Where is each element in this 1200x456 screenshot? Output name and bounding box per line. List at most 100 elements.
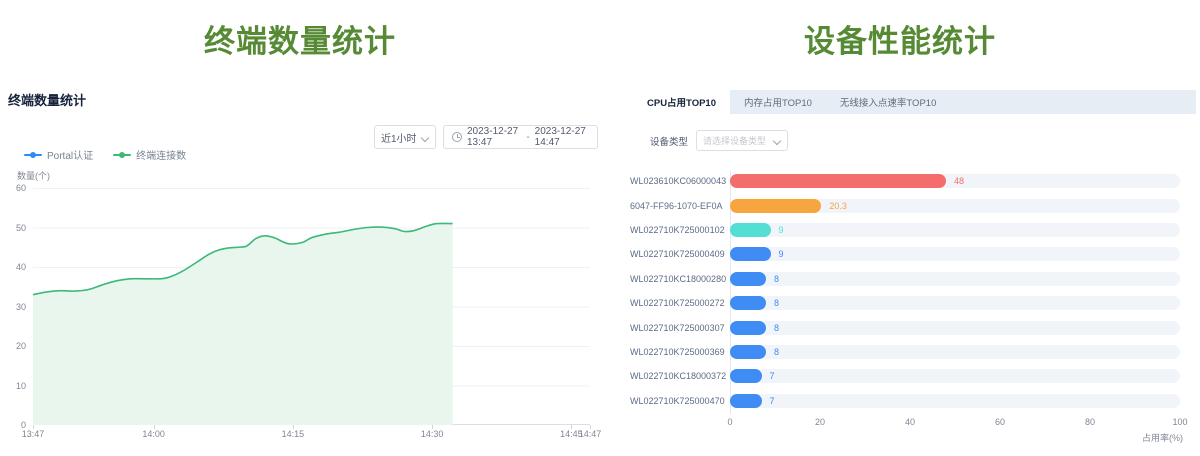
bar-row: 6047-FF96-1070-EF0A 20.3	[630, 193, 1180, 217]
date-range-start: 2023-12-27 13:47	[467, 126, 521, 148]
bar-row: WL022710K725000369 8	[630, 340, 1180, 364]
bar	[730, 174, 946, 188]
bar-track: 7	[730, 394, 1180, 408]
bar	[730, 296, 766, 310]
legend-label: 终端连接数	[136, 147, 186, 162]
bar-category-label: WL022710K725000369	[630, 347, 722, 357]
bar-row: WL022710KC18000280 8	[630, 267, 1180, 291]
bar	[730, 394, 762, 408]
y-tick-label: 40	[0, 262, 26, 272]
bar-value-label: 9	[779, 223, 784, 237]
bar-chart-x-axis-title: 占用率(%)	[1095, 431, 1183, 444]
x-tick-label: 14:30	[421, 429, 444, 439]
bar-category-label: WL022710K725000470	[630, 396, 722, 406]
bar-row: WL022710K725000102 9	[630, 218, 1180, 242]
y-tick-label: 20	[0, 341, 26, 351]
line-chart-legend: Portal认证 终端连接数	[24, 147, 186, 162]
bar-value-label: 7	[770, 394, 775, 408]
bar-track: 9	[730, 247, 1180, 261]
legend-marker-icon	[24, 151, 42, 159]
bar-value-label: 8	[774, 321, 779, 335]
dashboard-root: 终端数量统计 设备性能统计 终端数量统计 近1小时 2023-12-27 13:…	[0, 0, 1200, 456]
performance-tab-strip: CPU占用TOP10内存占用TOP10无线接入点速率TOP10	[633, 90, 1196, 114]
y-tick-label: 30	[0, 302, 26, 312]
bar	[730, 345, 766, 359]
bar	[730, 199, 821, 213]
bar-track: 9	[730, 223, 1180, 237]
tab-1[interactable]: 内存占用TOP10	[730, 90, 826, 114]
chevron-down-icon	[774, 137, 781, 144]
bar-x-tick-label: 100	[1172, 417, 1187, 427]
bar-x-tick-label: 80	[1085, 417, 1095, 427]
time-range-select[interactable]: 近1小时	[374, 125, 436, 149]
line-chart-y-axis-title: 数量(个)	[17, 169, 50, 182]
bar-x-tick-label: 60	[995, 417, 1005, 427]
legend-item-1[interactable]: 终端连接数	[113, 147, 186, 162]
bar-track: 48	[730, 174, 1180, 188]
device-type-label: 设备类型	[650, 134, 688, 148]
bar-category-label: WL022710K725000409	[630, 249, 722, 259]
bar-track: 8	[730, 321, 1180, 335]
date-range-separator: -	[526, 132, 529, 143]
bar-row: WL022710K725000272 8	[630, 291, 1180, 315]
bar	[730, 321, 766, 335]
bar-category-label: WL022710K725000102	[630, 225, 722, 235]
bar-value-label: 7	[770, 369, 775, 383]
legend-item-0[interactable]: Portal认证	[24, 147, 93, 162]
line-chart-svg	[33, 188, 590, 425]
x-tick-label: 13:47	[22, 429, 45, 439]
right-section-title: 设备性能统计	[600, 16, 1200, 61]
bar-category-label: WL023610KC06000043	[630, 176, 722, 186]
bar-category-label: WL022710KC18000372	[630, 371, 722, 381]
bar-track: 8	[730, 296, 1180, 310]
bar-row: WL022710K725000470 7	[630, 389, 1180, 413]
bar-row: WL022710K725000307 8	[630, 315, 1180, 339]
bar-track: 20.3	[730, 199, 1180, 213]
series-area-fill	[33, 223, 453, 425]
bar-x-tick-label: 40	[905, 417, 915, 427]
bar-x-tick-label: 0	[727, 417, 732, 427]
bar-row: WL022710KC18000372 7	[630, 364, 1180, 388]
bar-category-label: 6047-FF96-1070-EF0A	[630, 201, 722, 211]
bar	[730, 223, 771, 237]
line-chart-plot	[33, 188, 590, 425]
bar-track: 7	[730, 369, 1180, 383]
bar-value-label: 8	[774, 272, 779, 286]
bar-track: 8	[730, 345, 1180, 359]
left-panel-header: 终端数量统计	[8, 90, 86, 109]
bar-category-label: WL022710KC18000280	[630, 274, 722, 284]
date-range-end: 2023-12-27 14:47	[535, 126, 589, 148]
y-tick-label: 50	[0, 223, 26, 233]
bar	[730, 247, 771, 261]
chevron-down-icon	[422, 134, 429, 141]
bar-value-label: 8	[774, 296, 779, 310]
x-tick-label: 14:00	[142, 429, 165, 439]
bar	[730, 272, 766, 286]
bar-value-label: 8	[774, 345, 779, 359]
tab-0-active[interactable]: CPU占用TOP10	[633, 90, 730, 114]
x-tick-label: 14:47	[579, 429, 602, 439]
bar-category-label: WL022710K725000272	[630, 298, 722, 308]
y-tick-label: 10	[0, 381, 26, 391]
bar-row: WL023610KC06000043 48	[630, 169, 1180, 193]
bar-x-tick-label: 20	[815, 417, 825, 427]
bar-track: 8	[730, 272, 1180, 286]
bar-value-label: 20.3	[829, 199, 847, 213]
device-type-filter: 设备类型 请选择设备类型	[650, 130, 788, 151]
bar-category-label: WL022710K725000307	[630, 323, 722, 333]
legend-label: Portal认证	[47, 147, 93, 162]
time-range-select-value: 近1小时	[381, 130, 417, 145]
x-tick-label: 14:15	[282, 429, 305, 439]
date-range-picker[interactable]: 2023-12-27 13:47 - 2023-12-27 14:47	[443, 125, 598, 149]
device-type-select[interactable]: 请选择设备类型	[696, 130, 788, 151]
bar-value-label: 9	[779, 247, 784, 261]
left-section-title: 终端数量统计	[0, 16, 600, 61]
tab-2[interactable]: 无线接入点速率TOP10	[826, 90, 950, 114]
clock-icon	[452, 132, 462, 142]
bar-value-label: 48	[954, 174, 964, 188]
bar	[730, 369, 762, 383]
device-type-placeholder: 请选择设备类型	[703, 134, 766, 147]
y-tick-label: 60	[0, 183, 26, 193]
legend-marker-icon	[113, 151, 131, 159]
bar-row: WL022710K725000409 9	[630, 242, 1180, 266]
